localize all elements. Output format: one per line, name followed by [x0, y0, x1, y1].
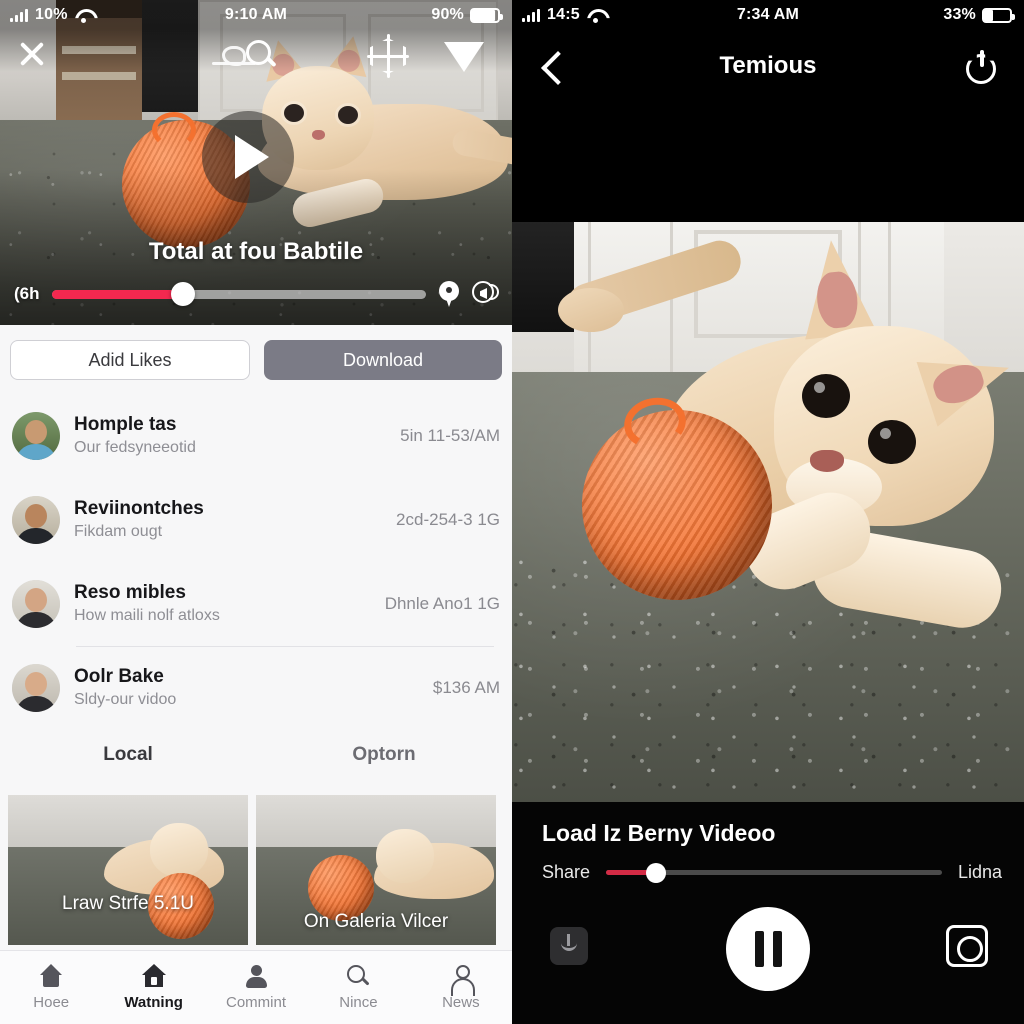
video-progress-row: (6h — [0, 279, 512, 309]
search-icon — [345, 964, 371, 988]
player-scrubber[interactable] — [606, 862, 942, 883]
player-scrubber-row: Share Lidna — [542, 862, 1002, 883]
thumbnail-caption: On Galeria Vilcer — [303, 911, 449, 932]
person-outline-icon — [448, 964, 475, 996]
right-phone-panel: 14:5 7:34 AM 33% Temious Load Iz Berny V… — [512, 0, 1024, 1024]
download-button[interactable]: Download — [264, 340, 502, 380]
thumbnail-grid: Lraw Strfe 5.1U On Galeria Vilcer — [0, 795, 512, 945]
nav-item-news[interactable]: News — [410, 964, 512, 1011]
thumbnail-card[interactable]: Lraw Strfe 5.1U — [8, 795, 248, 945]
list-item-subtitle: Fikdam ougt — [74, 522, 163, 540]
list-item-title: Homple tas — [74, 414, 177, 436]
avatar — [12, 580, 60, 628]
list-item-title: Reviinontches — [74, 498, 204, 520]
dual-phone-screenshot: 10% 9:10 AM 90% Total at fou Babtile (6h… — [0, 0, 1024, 1024]
list-item[interactable]: Reso mibles How maili nolf atloxs Dhnle An… — [0, 562, 512, 646]
list-item-title: Reso mibles — [74, 582, 186, 604]
bottom-navigation: Hoee Watning Commint Nince News — [0, 950, 512, 1024]
wifi-icon — [587, 9, 604, 23]
avatar — [12, 664, 60, 712]
list-divider — [76, 646, 494, 647]
player-controls-panel: Load Iz Berny Videoo Share Lidna — [512, 802, 1024, 1024]
page-title: Temious — [719, 52, 817, 79]
power-icon[interactable] — [964, 50, 1000, 86]
list-divider — [76, 562, 494, 563]
list-item-meta: 2cd-254-3 1G — [396, 510, 500, 529]
video-player-hero[interactable]: 10% 9:10 AM 90% Total at fou Babtile (6h — [0, 0, 512, 325]
close-icon[interactable] — [14, 36, 50, 72]
nav-item-label: Hoee — [33, 994, 70, 1011]
thumbnail-caption: Lraw Strfe 5.1U — [62, 893, 194, 914]
pause-button[interactable] — [726, 907, 810, 991]
status-time: 9:10 AM — [224, 6, 288, 23]
action-button-row: Adid Likes Download — [0, 340, 512, 380]
tab-local[interactable]: Local — [0, 736, 256, 774]
house-icon — [141, 964, 167, 988]
home-icon — [38, 964, 64, 988]
nav-item-hoee[interactable]: Hoee — [0, 964, 102, 1011]
list-item[interactable]: Oolr Bake Sldy-our vidoo $136 AM — [0, 646, 512, 730]
thumbnail-card[interactable]: On Galeria Vilcer — [256, 795, 496, 945]
app-header: Temious — [512, 30, 1024, 110]
add-likes-button[interactable]: Adid Likes — [10, 340, 250, 380]
triangle-icon[interactable] — [444, 42, 484, 72]
capture-icon[interactable] — [946, 925, 988, 967]
tab-optorn[interactable]: Optorn — [256, 736, 512, 774]
target-icon[interactable] — [367, 34, 409, 78]
content-tabs: Local Optorn — [0, 736, 512, 774]
left-phone-panel: 10% 9:10 AM 90% Total at fou Babtile (6h… — [0, 0, 512, 1024]
video-title: Total at fou Babtile — [148, 238, 364, 265]
video-scrubber[interactable] — [51, 282, 426, 306]
transport-controls — [512, 907, 1024, 1007]
share-label[interactable]: Share — [542, 862, 590, 883]
list-divider — [76, 478, 494, 479]
nav-item-label: Nince — [339, 994, 378, 1011]
search-icon[interactable] — [246, 40, 278, 72]
wifi-icon — [75, 9, 92, 23]
battery-icon — [469, 7, 503, 23]
player-title: Load Iz Berny Videoo — [542, 820, 776, 846]
nav-item-label: News — [442, 994, 480, 1011]
avatar — [12, 412, 60, 460]
elapsed-time: (6h — [14, 284, 40, 303]
yarn-ball — [582, 410, 772, 600]
battery-icon — [981, 7, 1015, 23]
person-filled-icon — [243, 964, 269, 988]
list-item-title: Oolr Bake — [74, 666, 164, 688]
list-item-subtitle: Our fedsyneeotid — [74, 438, 196, 456]
video-surface[interactable] — [512, 222, 1024, 802]
list-item-subtitle: How maili nolf atloxs — [74, 606, 220, 624]
list-item[interactable]: Homple tas Our fedsyneeotid 5in 11-53/AM — [0, 394, 512, 478]
right-status-bar: 14:5 7:34 AM 33% — [512, 0, 1024, 30]
nav-item-commint[interactable]: Commint — [205, 964, 307, 1011]
status-time: 7:34 AM — [736, 6, 800, 23]
play-button[interactable] — [202, 111, 294, 203]
activity-list: Homple tas Our fedsyneeotid 5in 11-53/AM Re… — [0, 394, 512, 730]
battery-label: 90% — [431, 6, 464, 23]
nav-item-label: Commint — [226, 994, 287, 1011]
cellular-signal-icon — [10, 8, 28, 22]
nav-item-watning[interactable]: Watning — [102, 964, 204, 1011]
list-item[interactable]: Reviinontches Fikdam ougt 2cd-254-3 1G — [0, 478, 512, 562]
sound-icon[interactable] — [472, 281, 499, 307]
nav-item-nince[interactable]: Nince — [307, 964, 409, 1011]
download-icon[interactable] — [550, 927, 588, 965]
cellular-signal-icon — [522, 8, 540, 22]
left-status-bar: 10% 9:10 AM 90% — [0, 0, 512, 30]
list-item-meta: 5in 11-53/AM — [400, 426, 500, 445]
signal-label: 14:5 — [547, 6, 580, 23]
location-pin-icon[interactable] — [438, 281, 460, 307]
battery-label: 33% — [943, 6, 976, 23]
signal-label: 10% — [35, 6, 68, 23]
avatar — [12, 496, 60, 544]
video-overlay-toolbar — [0, 34, 512, 84]
list-item-subtitle: Sldy-our vidoo — [74, 690, 177, 708]
lidna-label[interactable]: Lidna — [958, 862, 1002, 883]
list-item-meta: Dhnle Ano1 1G — [384, 594, 500, 613]
list-item-meta: $136 AM — [432, 678, 500, 697]
nav-item-label: Watning — [124, 994, 183, 1011]
